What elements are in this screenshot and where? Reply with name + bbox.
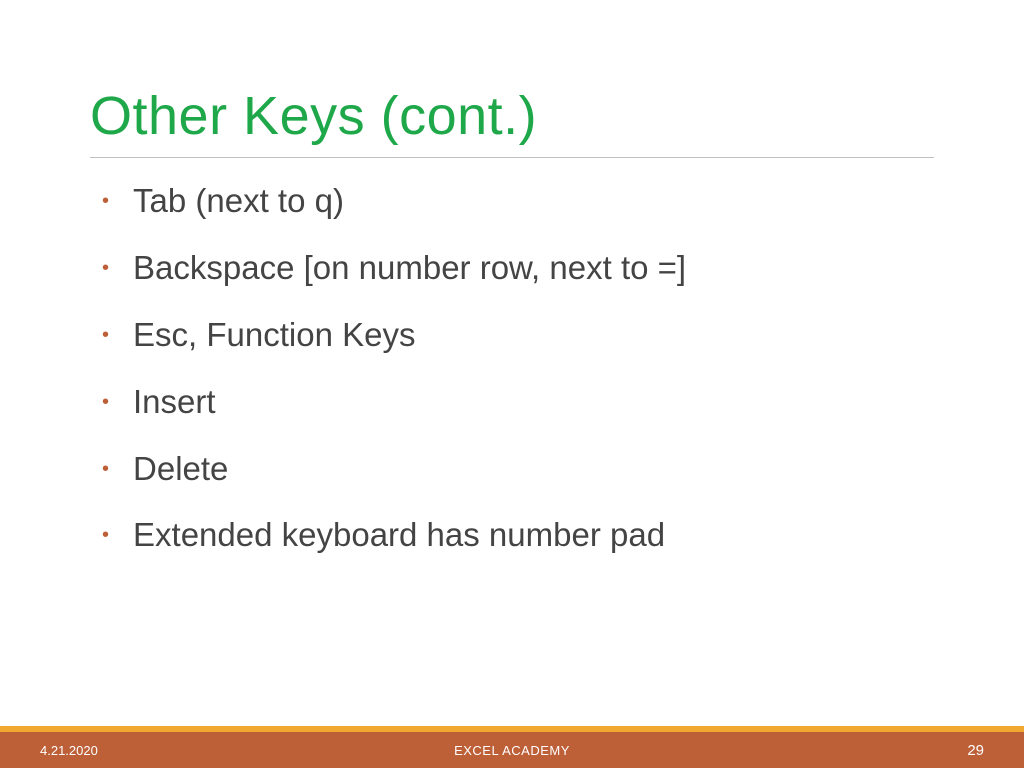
list-item: • Esc, Function Keys — [102, 314, 934, 357]
bullet-text: Delete — [133, 448, 228, 491]
bullet-list: • Tab (next to q) • Backspace [on number… — [90, 180, 934, 557]
slide-title: Other Keys (cont.) — [90, 85, 934, 158]
list-item: • Insert — [102, 381, 934, 424]
bullet-text: Esc, Function Keys — [133, 314, 415, 357]
bullet-text: Extended keyboard has number pad — [133, 514, 665, 557]
bullet-icon: • — [102, 458, 109, 481]
list-item: • Delete — [102, 448, 934, 491]
footer-center: EXCEL ACADEMY — [454, 743, 570, 758]
list-item: • Backspace [on number row, next to =] — [102, 247, 934, 290]
bullet-icon: • — [102, 190, 109, 213]
footer-date: 4.21.2020 — [40, 743, 98, 758]
bullet-text: Backspace [on number row, next to =] — [133, 247, 686, 290]
bullet-text: Tab (next to q) — [133, 180, 344, 223]
bullet-icon: • — [102, 391, 109, 414]
list-item: • Tab (next to q) — [102, 180, 934, 223]
bullet-text: Insert — [133, 381, 216, 424]
bullet-icon: • — [102, 524, 109, 547]
footer-page-number: 29 — [967, 742, 984, 759]
bullet-icon: • — [102, 324, 109, 347]
footer-bar: 4.21.2020 EXCEL ACADEMY 29 — [0, 726, 1024, 768]
bullet-icon: • — [102, 257, 109, 280]
slide-content: Other Keys (cont.) • Tab (next to q) • B… — [0, 0, 1024, 557]
list-item: • Extended keyboard has number pad — [102, 514, 934, 557]
